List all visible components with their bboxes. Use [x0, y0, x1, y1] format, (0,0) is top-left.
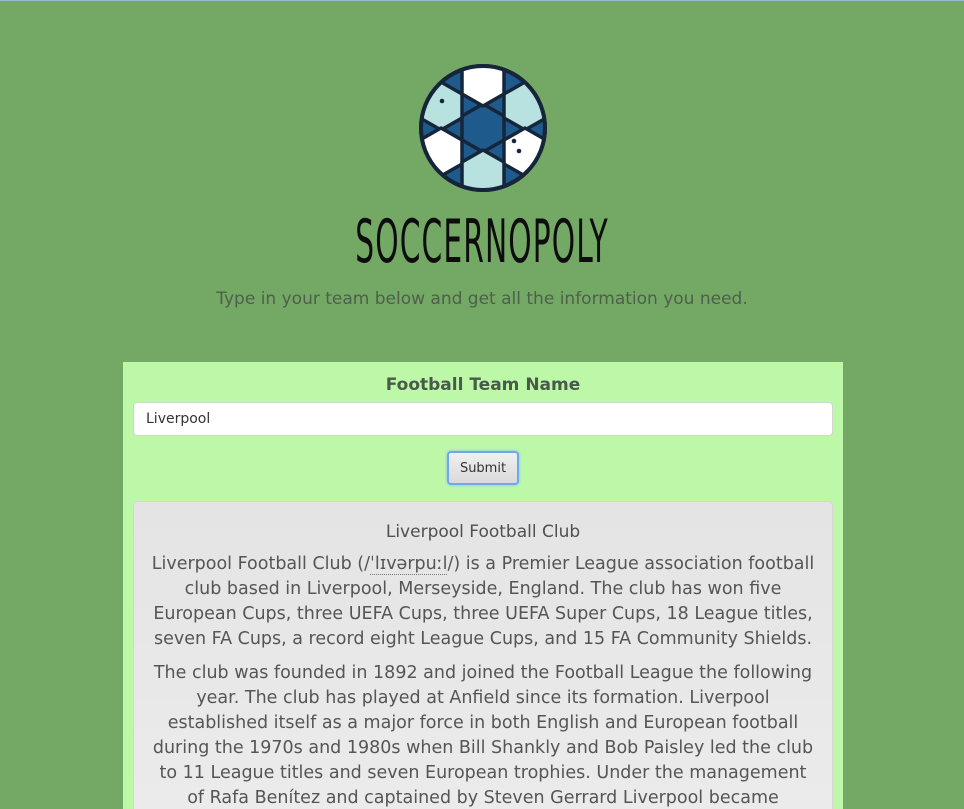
result-panel: Liverpool Football Club Liverpool Footba… [133, 501, 833, 809]
page: SOCCERNOPOLY Type in your team below and… [0, 0, 964, 809]
team-name-input[interactable] [133, 402, 833, 436]
club-heading: Liverpool Football Club [385, 522, 581, 542]
result-paragraph-2: The club was founded in 1892 and joined … [152, 663, 814, 808]
para1-lead: Liverpool Football Club (/ [151, 554, 371, 574]
submit-button[interactable]: Submit [447, 451, 519, 485]
team-name-label: Football Team Name [385, 375, 581, 395]
pronunciation-link[interactable]: ˈlɪvərpuːl [370, 554, 448, 575]
page-subtitle: Type in your team below and get all the … [216, 289, 748, 309]
soccer-ball-icon [419, 64, 547, 192]
search-card: Football Team Name Submit Liverpool Foot… [123, 362, 843, 809]
result-paragraph-1: Liverpool Football Club (/ˈlɪvərpuːl/) i… [150, 552, 816, 652]
page-title: SOCCERNOPOLY [355, 207, 609, 277]
